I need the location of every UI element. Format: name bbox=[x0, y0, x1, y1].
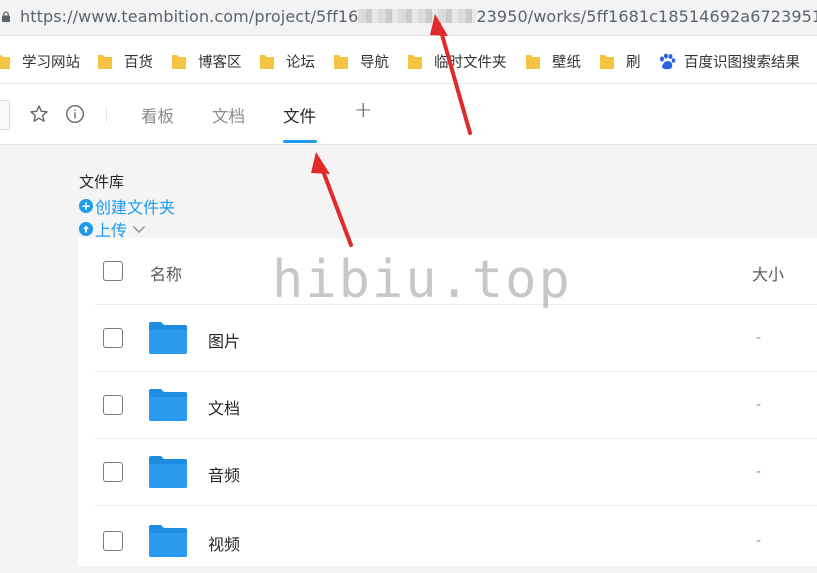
file-size: - bbox=[756, 330, 762, 346]
bookmark-label: 博客区 bbox=[198, 54, 242, 71]
folder-icon bbox=[0, 53, 10, 69]
bookmark-label: 刷 bbox=[626, 54, 641, 71]
folder-icon bbox=[172, 53, 186, 69]
row-checkbox[interactable] bbox=[103, 395, 123, 415]
tab-files[interactable]: 文件 bbox=[283, 103, 316, 127]
bookmark-label: 临时文件夹 bbox=[434, 54, 507, 71]
column-header-name[interactable]: 名称 bbox=[150, 261, 182, 285]
bookmark-baidu-image-search[interactable]: 百度识图搜索结果 bbox=[658, 51, 800, 71]
table-row[interactable]: 图片 - bbox=[95, 305, 817, 372]
table-row[interactable]: 音频 - bbox=[95, 439, 817, 506]
lock-icon bbox=[2, 11, 10, 22]
upload-circle-icon bbox=[79, 222, 93, 236]
folder-icon bbox=[98, 53, 112, 69]
folder-icon bbox=[408, 53, 422, 69]
info-icon[interactable] bbox=[65, 104, 85, 124]
active-tab-indicator bbox=[283, 140, 317, 143]
bookmark-label: 百度识图搜索结果 bbox=[684, 54, 800, 71]
bookmark-blog[interactable]: 博客区 bbox=[172, 51, 242, 71]
bookmark-forum[interactable]: 论坛 bbox=[260, 51, 315, 71]
file-name[interactable]: 视频 bbox=[208, 531, 240, 555]
table-header: 名称 大小 bbox=[95, 238, 817, 305]
folder-icon bbox=[334, 53, 348, 69]
url-suffix: 23950/works/5ff1681c18514692a6723951 bbox=[476, 7, 817, 26]
bookmark-study[interactable]: 学习网站 bbox=[0, 51, 80, 71]
file-table: 名称 大小 图片 - 文档 - 音频 - 视频 - bbox=[78, 238, 817, 566]
bookmark-wallpaper[interactable]: 壁纸 bbox=[526, 51, 581, 71]
arrow-to-files-tab bbox=[318, 161, 353, 247]
plus-circle-icon: + bbox=[79, 199, 93, 213]
tab-board[interactable]: 看板 bbox=[141, 103, 174, 127]
folder-icon bbox=[260, 53, 274, 69]
table-row[interactable]: 视频 - bbox=[95, 506, 817, 573]
url-text[interactable]: https://www.teambition.com/project/5ff16… bbox=[20, 7, 817, 26]
address-bar[interactable]: https://www.teambition.com/project/5ff16… bbox=[0, 0, 817, 36]
bookmark-nav[interactable]: 导航 bbox=[334, 51, 389, 71]
create-folder-label: 创建文件夹 bbox=[95, 198, 176, 217]
url-redacted bbox=[358, 9, 477, 23]
folder-icon bbox=[600, 53, 614, 69]
folder-icon bbox=[149, 322, 187, 354]
bookmark-label: 壁纸 bbox=[552, 54, 581, 71]
project-tab-nav: 看板 文档 文件 + bbox=[0, 84, 817, 145]
project-name-field[interactable] bbox=[0, 100, 10, 130]
chevron-down-icon[interactable] bbox=[132, 224, 146, 234]
file-name[interactable]: 文档 bbox=[208, 395, 240, 419]
bookmark-label: 学习网站 bbox=[22, 54, 80, 71]
arrow-head-files-tab bbox=[311, 152, 330, 174]
bookmark-temp-folder[interactable]: 临时文件夹 bbox=[408, 51, 507, 71]
tab-docs[interactable]: 文档 bbox=[212, 103, 245, 127]
bookmark-label: 论坛 bbox=[286, 54, 315, 71]
column-header-size[interactable]: 大小 bbox=[752, 261, 784, 285]
file-name[interactable]: 音频 bbox=[208, 462, 240, 486]
row-checkbox[interactable] bbox=[103, 462, 123, 482]
folder-icon bbox=[526, 53, 540, 69]
library-title: 文件库 bbox=[79, 173, 125, 191]
table-row[interactable]: 文档 - bbox=[95, 372, 817, 439]
row-checkbox[interactable] bbox=[103, 328, 123, 348]
divider bbox=[106, 106, 107, 122]
bookmarks-bar: 学习网站 百货 博客区 论坛 导航 临时文件夹 壁纸 刷 百度识图搜索结果 bbox=[0, 36, 817, 84]
bookmark-label: 导航 bbox=[360, 54, 389, 71]
file-name[interactable]: 图片 bbox=[208, 328, 240, 352]
baidu-paw-icon bbox=[658, 53, 676, 70]
url-prefix: https://www.teambition.com/project/5ff16 bbox=[20, 7, 359, 26]
bookmark-brush[interactable]: 刷 bbox=[600, 51, 641, 71]
star-icon[interactable] bbox=[29, 104, 49, 124]
add-tab-button[interactable]: + bbox=[354, 98, 372, 123]
row-checkbox[interactable] bbox=[103, 531, 123, 551]
file-size: - bbox=[756, 533, 762, 549]
file-size: - bbox=[756, 397, 762, 413]
select-all-checkbox[interactable] bbox=[103, 261, 123, 281]
file-size: - bbox=[756, 464, 762, 480]
bookmark-goods[interactable]: 百货 bbox=[98, 51, 153, 71]
folder-icon bbox=[149, 525, 187, 557]
bookmark-label: 百货 bbox=[124, 54, 153, 71]
folder-icon bbox=[149, 389, 187, 421]
folder-icon bbox=[149, 456, 187, 488]
create-folder-button[interactable]: + 创建文件夹 bbox=[79, 194, 175, 218]
